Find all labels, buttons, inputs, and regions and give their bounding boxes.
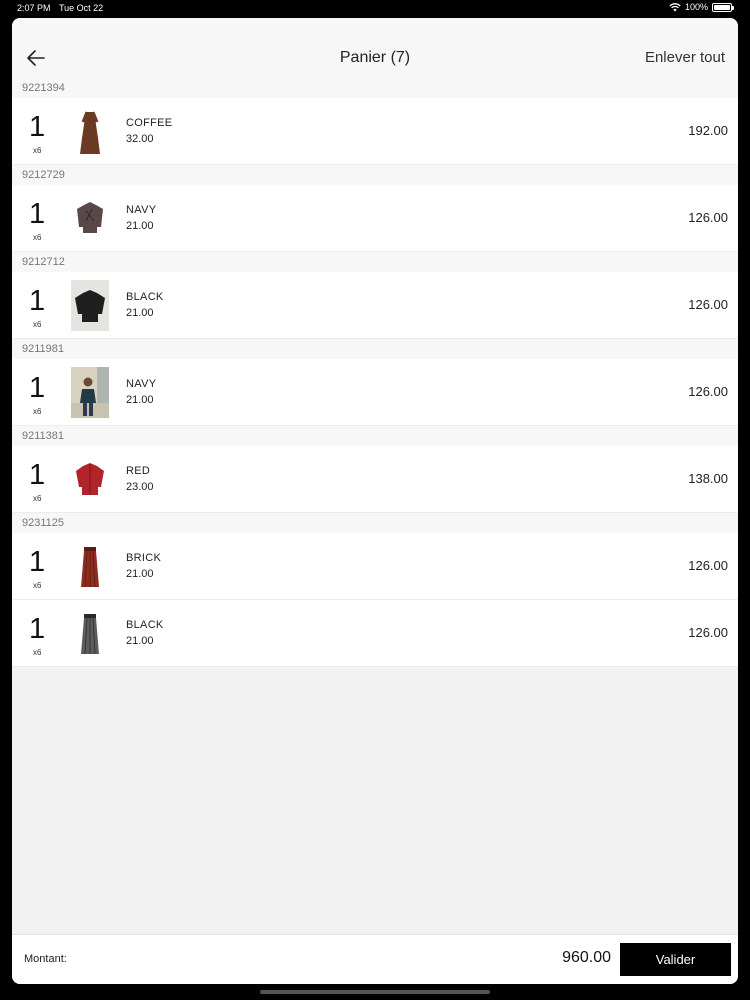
cart-item-row[interactable]: 1 x6 NAVY 21.00 126.00	[12, 185, 738, 252]
remove-all-button[interactable]: Enlever tout	[645, 49, 725, 66]
group-reference: 9231125	[12, 513, 738, 533]
item-unit-price: 21.00	[126, 220, 154, 232]
group-reference: 9221394	[12, 78, 738, 98]
item-multiplier: x6	[33, 320, 42, 329]
validate-button[interactable]: Valider	[620, 943, 731, 976]
item-color: BLACK	[126, 291, 164, 303]
item-total: 138.00	[688, 471, 728, 486]
item-total: 126.00	[688, 558, 728, 573]
item-color: BRICK	[126, 552, 162, 564]
cart-list: 9221394 1 x6 COFFEE 32.00 192.00 9212729…	[12, 78, 738, 667]
wifi-icon	[669, 2, 681, 11]
item-multiplier: x6	[33, 494, 42, 503]
amount-total: 960.00	[562, 949, 611, 966]
item-color: RED	[126, 465, 151, 477]
item-total: 126.00	[688, 384, 728, 399]
group-reference: 9212712	[12, 252, 738, 272]
battery-fill	[714, 4, 730, 10]
status-time: 2:07 PM	[17, 3, 51, 13]
product-thumbnail	[71, 454, 109, 505]
product-thumbnail	[71, 193, 109, 244]
item-quantity[interactable]: 1	[29, 285, 45, 318]
item-multiplier: x6	[33, 233, 42, 242]
cart-item-row[interactable]: 1 x6 NAVY 21.00 126.00	[12, 359, 738, 426]
item-quantity[interactable]: 1	[29, 613, 45, 646]
item-quantity[interactable]: 1	[29, 198, 45, 231]
item-multiplier: x6	[33, 581, 42, 590]
item-multiplier: x6	[33, 146, 42, 155]
item-total: 126.00	[688, 210, 728, 225]
item-multiplier: x6	[33, 407, 42, 416]
cart-item-row[interactable]: 1 x6 BLACK 21.00 126.00	[12, 272, 738, 339]
cart-item-row[interactable]: 1 x6 COFFEE 32.00 192.00	[12, 98, 738, 165]
page-title: Panier (7)	[339, 49, 411, 66]
item-quantity[interactable]: 1	[29, 546, 45, 579]
home-indicator	[260, 990, 490, 994]
item-color: BLACK	[126, 619, 164, 631]
amount-label: Montant:	[24, 953, 67, 965]
item-quantity[interactable]: 1	[29, 459, 45, 492]
battery-percent: 100%	[684, 2, 708, 12]
item-total: 126.00	[688, 297, 728, 312]
item-unit-price: 21.00	[126, 568, 154, 580]
item-color: COFFEE	[126, 117, 173, 129]
item-unit-price: 21.00	[126, 307, 154, 319]
item-unit-price: 21.00	[126, 635, 154, 647]
status-bar: 2:07 PM Tue Oct 22 100%	[0, 0, 750, 16]
item-unit-price: 32.00	[126, 133, 154, 145]
item-multiplier: x6	[33, 648, 42, 657]
cart-item-row[interactable]: 1 x6 BRICK 21.00 126.00	[12, 533, 738, 600]
group-reference: 9211981	[12, 339, 738, 359]
footer: Montant: 960.00 Valider	[12, 934, 738, 984]
status-right: 100%	[669, 2, 734, 12]
item-unit-price: 23.00	[126, 481, 154, 493]
group-reference: 9211381	[12, 426, 738, 446]
item-total: 192.00	[688, 123, 728, 138]
product-thumbnail	[71, 280, 109, 331]
item-unit-price: 21.00	[126, 394, 154, 406]
item-color: NAVY	[126, 204, 157, 216]
battery-icon	[712, 2, 734, 12]
status-date: Tue Oct 22	[59, 3, 104, 13]
product-thumbnail	[71, 367, 109, 418]
cart-sheet: Panier (7) Enlever tout 9221394 1 x6 COF…	[12, 18, 738, 984]
product-thumbnail	[71, 541, 109, 592]
product-thumbnail	[71, 608, 109, 659]
group-reference: 9212729	[12, 165, 738, 185]
item-total: 126.00	[688, 625, 728, 640]
item-quantity[interactable]: 1	[29, 111, 45, 144]
product-thumbnail	[71, 106, 109, 157]
item-color: NAVY	[126, 378, 157, 390]
cart-item-row[interactable]: 1 x6 RED 23.00 138.00	[12, 446, 738, 513]
item-quantity[interactable]: 1	[29, 372, 45, 405]
cart-item-row[interactable]: 1 x6 BLACK 21.00 126.00	[12, 600, 738, 667]
